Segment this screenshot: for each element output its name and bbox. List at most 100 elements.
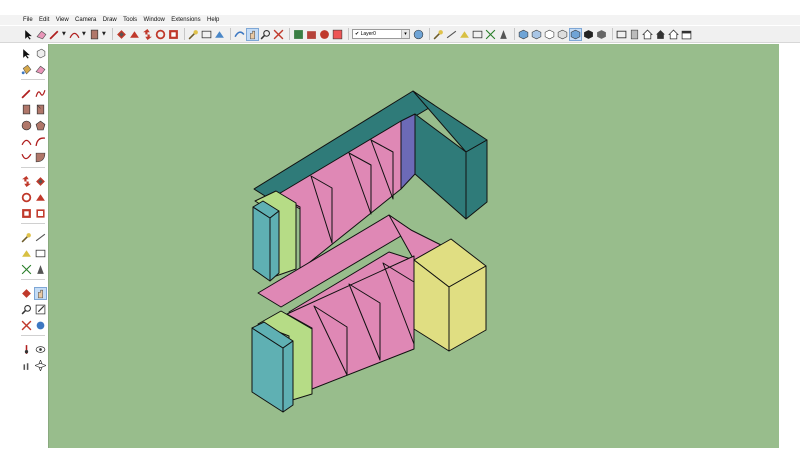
zoom-window-icon[interactable] (35, 304, 46, 315)
chevron-down-icon[interactable]: ▾ (401, 30, 409, 38)
upper-sofa-blue-panel (400, 113, 416, 190)
pencil-line-icon[interactable] (20, 88, 32, 99)
rotated-rectangle-icon[interactable] (35, 104, 46, 115)
push-pull-icon[interactable] (35, 176, 46, 187)
upper-sofa-teal-armrest-side (269, 210, 280, 282)
zoom-icon[interactable] (21, 304, 32, 315)
protractor-icon[interactable] (214, 29, 225, 40)
model-info-icon[interactable] (319, 29, 330, 40)
chevron-down-icon[interactable]: ▼ (82, 31, 87, 37)
tape-measure-icon[interactable] (21, 232, 32, 243)
select-arrow-icon[interactable] (23, 29, 34, 40)
dimension-icon[interactable] (446, 29, 457, 40)
dimension-icon[interactable] (201, 29, 212, 40)
scale-icon[interactable] (168, 29, 179, 40)
freehand-icon[interactable] (35, 88, 46, 99)
layer-settings-icon[interactable] (413, 29, 424, 40)
menu-draw[interactable]: Draw (100, 17, 120, 23)
menu-edit[interactable]: Edit (36, 17, 53, 23)
orbit-icon[interactable] (21, 288, 32, 299)
xray-style-icon[interactable] (616, 29, 627, 40)
scale-icon[interactable] (21, 208, 32, 219)
section-plane-icon[interactable] (35, 264, 46, 275)
layer-dropdown[interactable]: ✔ Layer0 ▾ (352, 29, 410, 39)
rectangle-icon[interactable] (21, 104, 32, 115)
upper-sofa-teal-armrest-front (252, 206, 271, 282)
menu-camera[interactable]: Camera (72, 17, 100, 23)
back-view-icon[interactable] (569, 27, 582, 41)
arc-icon[interactable] (69, 29, 80, 40)
zoom-icon[interactable] (260, 29, 271, 40)
shaded-style-icon[interactable] (655, 29, 666, 40)
layer-name: Layer0 (360, 31, 376, 37)
text-icon[interactable] (472, 29, 483, 40)
tape-measure-icon[interactable] (433, 29, 444, 40)
pencil-line-icon[interactable] (49, 29, 60, 40)
paint-bucket-icon[interactable] (21, 64, 32, 75)
offset-icon[interactable] (35, 208, 46, 219)
menu-view[interactable]: View (53, 17, 72, 23)
left-view-icon[interactable] (583, 29, 594, 40)
eraser-icon[interactable] (35, 64, 46, 75)
zoom-extents-icon[interactable] (273, 29, 284, 40)
menu-tools[interactable]: Tools (120, 17, 140, 23)
arc-icon[interactable] (21, 136, 32, 147)
follow-me-icon[interactable] (129, 29, 140, 40)
pan-icon[interactable] (33, 287, 47, 300)
follow-me-icon[interactable] (35, 192, 46, 203)
walk-icon[interactable] (21, 360, 32, 371)
push-pull-icon[interactable] (116, 29, 127, 40)
top-view-icon[interactable] (531, 29, 542, 40)
bottom-view-icon[interactable] (596, 29, 607, 40)
circle-icon[interactable] (21, 120, 32, 131)
select-arrow-icon[interactable] (21, 48, 32, 59)
tape-measure-icon[interactable] (188, 29, 199, 40)
make-component-icon[interactable] (35, 48, 46, 59)
iso-view-icon[interactable] (518, 29, 529, 40)
rotate-icon[interactable] (155, 29, 166, 40)
layer-check-icon: ✔ (355, 31, 360, 37)
rectangle-icon[interactable] (89, 29, 100, 40)
look-around-icon[interactable] (35, 344, 46, 355)
chevron-down-icon[interactable]: ▼ (62, 31, 67, 37)
wireframe-style-icon[interactable] (629, 29, 640, 40)
axes-icon[interactable] (21, 264, 32, 275)
home-icon[interactable] (642, 29, 653, 40)
textured-style-icon[interactable] (668, 29, 679, 40)
two-point-arc-icon[interactable] (34, 136, 46, 147)
menu-file[interactable]: File (0, 17, 36, 23)
menu-help[interactable]: Help (204, 17, 223, 23)
pan-icon[interactable] (246, 27, 259, 41)
axes-icon[interactable] (485, 29, 496, 40)
move-icon[interactable] (142, 28, 153, 40)
orbit-icon[interactable] (234, 29, 245, 40)
chevron-down-icon[interactable]: ▼ (102, 31, 107, 37)
front-view-icon[interactable] (544, 29, 555, 40)
warehouse-icon[interactable] (293, 29, 304, 40)
monochrome-style-icon[interactable] (681, 29, 692, 40)
rotate-icon[interactable] (21, 192, 32, 203)
model-viewport[interactable] (48, 44, 779, 448)
main-toolbar: ▼ ▼ ▼ ✔ Layer0 ▾ (0, 26, 800, 43)
previous-view-icon[interactable] (35, 320, 46, 331)
right-view-icon[interactable] (557, 29, 568, 40)
menu-window[interactable]: Window (140, 17, 168, 23)
zoom-extents-icon[interactable] (21, 320, 32, 331)
position-camera-icon[interactable] (21, 344, 32, 355)
eraser-icon[interactable] (36, 29, 47, 40)
menu-extensions[interactable]: Extensions (168, 17, 204, 23)
pie-icon[interactable] (35, 152, 46, 163)
text-icon[interactable] (35, 248, 46, 259)
tool-palette (19, 47, 47, 447)
section-plane-icon[interactable] (498, 29, 509, 40)
protractor-icon[interactable] (459, 29, 470, 40)
move-icon[interactable] (21, 176, 32, 187)
three-point-arc-icon[interactable] (20, 152, 32, 163)
polygon-icon[interactable] (35, 120, 46, 131)
direction-compass-icon[interactable] (34, 360, 46, 371)
protractor-icon[interactable] (21, 248, 32, 259)
dimension-icon[interactable] (35, 232, 46, 243)
extension-warehouse-icon[interactable] (306, 29, 317, 40)
model-scene[interactable] (49, 44, 779, 448)
components-icon[interactable] (332, 29, 343, 40)
